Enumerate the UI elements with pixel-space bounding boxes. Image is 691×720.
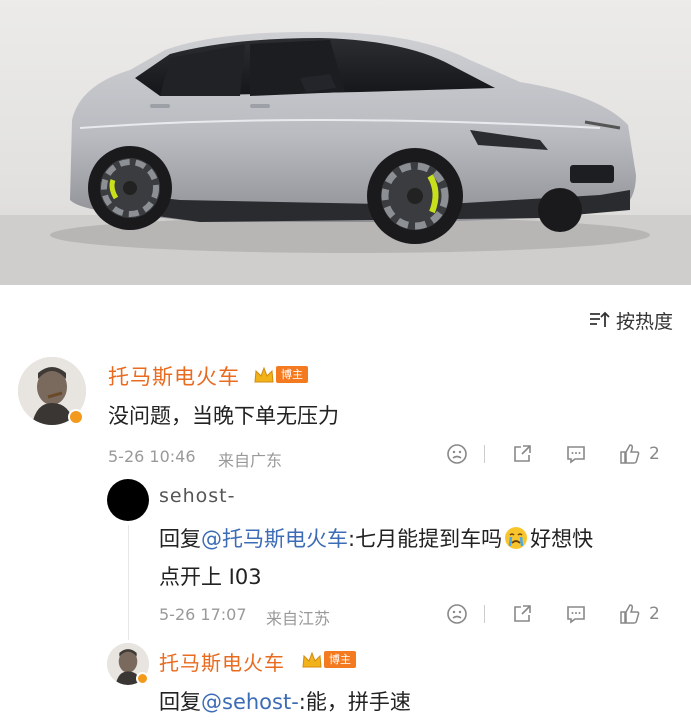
sort-icon — [588, 309, 610, 331]
comment-location: 来自广东 — [218, 451, 283, 470]
share-icon[interactable] — [509, 601, 535, 627]
comment-time: 5-26 10:46 — [108, 447, 196, 466]
reply-actions: 2 — [444, 601, 660, 627]
reply-prefix: 回复 — [159, 690, 201, 714]
avatar[interactable] — [107, 479, 149, 521]
sort-toggle[interactable]: 按热度 — [588, 306, 673, 334]
reply-prefix: 回复 — [159, 527, 201, 551]
author-badge: 博主 — [276, 366, 308, 383]
reply-body: :能，拼手速 — [298, 690, 411, 714]
reply-time: 5-26 17:07 — [159, 605, 247, 624]
reply-body-end: 好想快 — [530, 527, 594, 551]
mention-link[interactable]: @托马斯电火车 — [201, 527, 348, 551]
divider — [484, 605, 485, 623]
reply-text: 回复@sehost-:能，拼手速 — [159, 686, 411, 716]
crown-icon — [253, 365, 275, 385]
reply-location: 来自江苏 — [266, 609, 331, 628]
mention-link[interactable]: @sehost- — [201, 690, 299, 714]
sort-label: 按热度 — [615, 310, 673, 333]
car-photo — [0, 0, 691, 285]
share-icon[interactable] — [509, 441, 535, 467]
reply-author[interactable]: 托马斯电火车 — [159, 647, 285, 676]
like-icon[interactable] — [617, 601, 643, 627]
comment-author[interactable]: 托马斯电火车 — [108, 361, 240, 391]
verified-badge-icon — [68, 409, 84, 425]
like-count: 2 — [649, 444, 660, 464]
divider — [484, 445, 485, 463]
reply-text-line2: 点开上 I03 — [159, 565, 262, 589]
crying-emoji-icon — [504, 526, 528, 550]
reply-text: 回复@托马斯电火车:七月能提到车吗 好想快 — [159, 523, 593, 553]
comment-text: 没问题，当晚下单无压力 — [108, 404, 339, 428]
author-badge: 博主 — [324, 651, 356, 668]
verified-badge-icon — [136, 672, 149, 685]
comment-icon[interactable] — [563, 441, 589, 467]
crown-icon — [301, 650, 323, 670]
dislike-icon[interactable] — [444, 601, 470, 627]
thread-line — [128, 525, 129, 640]
comment-actions: 2 — [444, 441, 660, 467]
like-count: 2 — [649, 604, 660, 624]
reply-author[interactable]: sehost- — [159, 485, 235, 507]
comment-icon[interactable] — [563, 601, 589, 627]
dislike-icon[interactable] — [444, 441, 470, 467]
like-icon[interactable] — [617, 441, 643, 467]
reply-body: :七月能提到车吗 — [348, 527, 503, 551]
